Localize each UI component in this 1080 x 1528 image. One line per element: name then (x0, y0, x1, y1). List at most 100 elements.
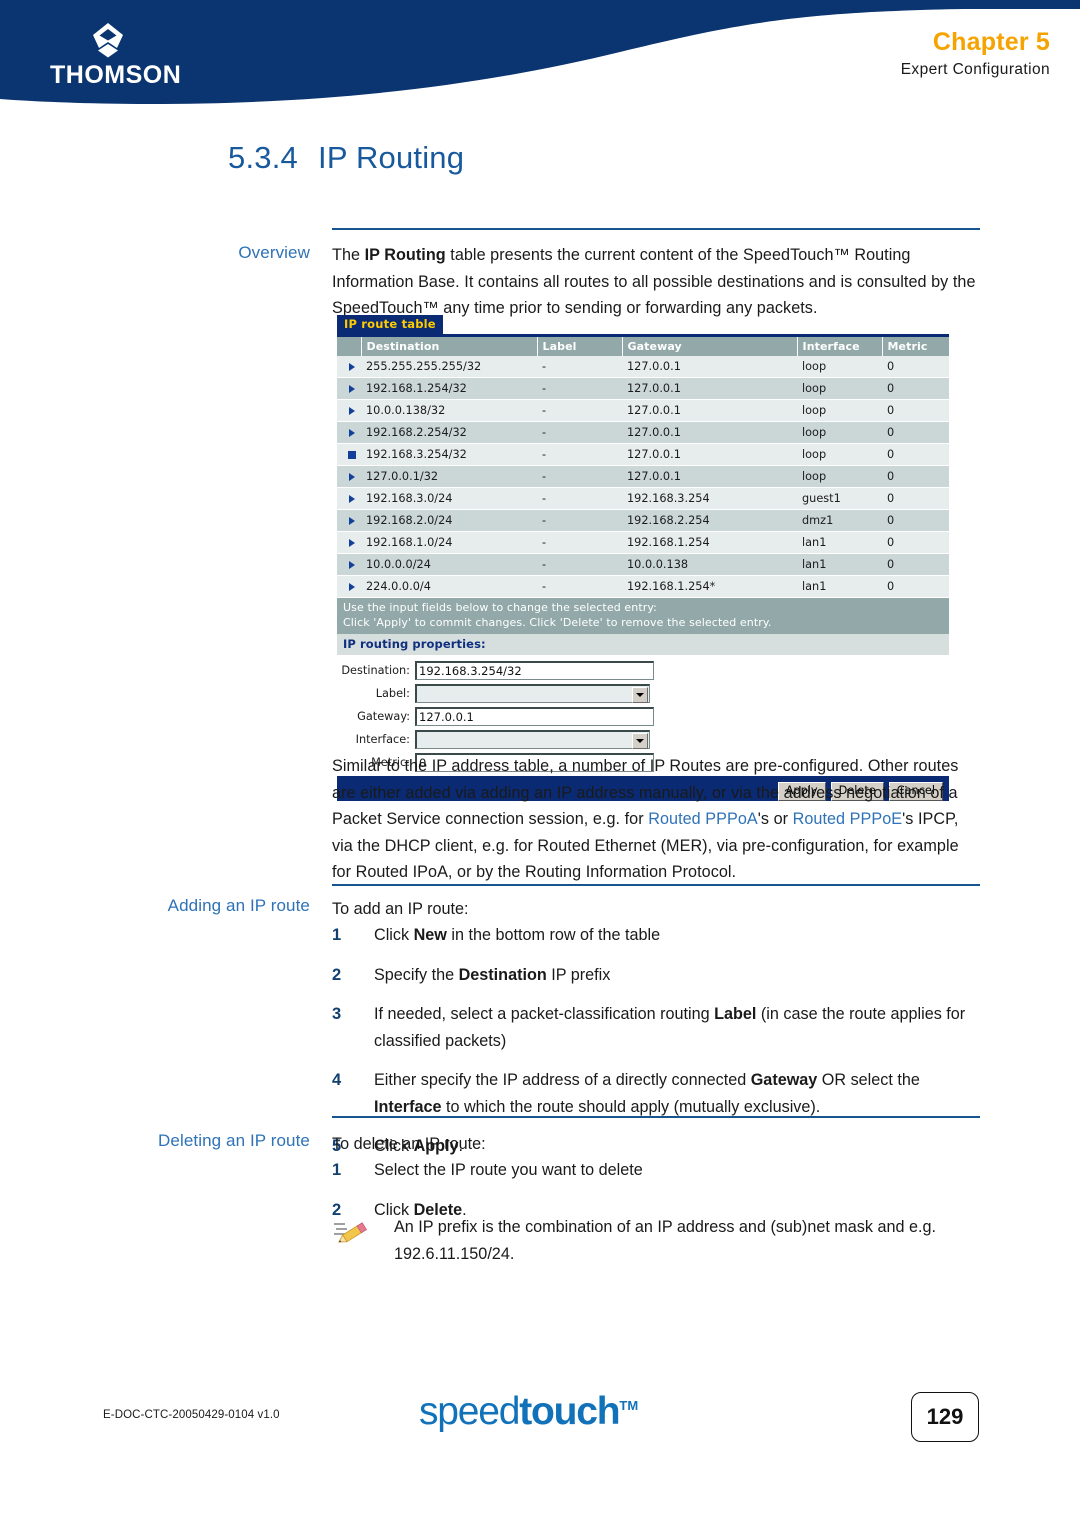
cell-label: - (537, 553, 622, 576)
logo-speed: speed (419, 1390, 520, 1433)
table-row[interactable]: 10.0.0.138/32-127.0.0.1 loop 0 (337, 399, 949, 422)
table-row[interactable]: 192.168.3.254/32-127.0.0.1 loop 0 (337, 443, 949, 466)
cell-interface: lan1 (797, 575, 882, 598)
hint-line-1: Use the input fields below to change the… (343, 601, 657, 614)
cell-metric: 0 (882, 356, 949, 378)
cell-destination: 10.0.0.138/32 (361, 399, 537, 422)
step-number: 2 (332, 965, 342, 984)
gateway-input[interactable]: 127.0.0.1 (415, 706, 654, 726)
logo-tm: TM (619, 1398, 639, 1413)
cell-interface: guest1 (797, 487, 882, 510)
properties-header: IP routing properties: (337, 634, 949, 655)
page-number: 129 (926, 1404, 964, 1429)
cell-interface: loop (797, 377, 882, 400)
logo-touch: touch (519, 1390, 620, 1433)
cell-interface: loop (797, 443, 882, 466)
row-select-arrow[interactable] (337, 531, 361, 554)
section-number: 5.3.4 (228, 140, 298, 175)
step-number: 3 (332, 1005, 342, 1023)
step-number: 4 (332, 1071, 342, 1089)
row-select-arrow[interactable] (337, 509, 361, 532)
row-select-arrow[interactable] (337, 465, 361, 488)
step-text: Click New in the bottom row of the table (374, 926, 661, 944)
cell-interface: loop (797, 356, 882, 378)
interface-select[interactable] (415, 729, 650, 749)
cell-metric: 0 (882, 509, 949, 532)
table-row[interactable]: 192.168.2.0/24-192.168.2.254 dmz1 0 (337, 509, 949, 532)
side-label-adding: Adding an IP route (167, 896, 310, 915)
step-number: 1 (332, 926, 342, 944)
row-select-arrow[interactable] (337, 487, 361, 510)
destination-input[interactable]: 192.168.3.254/32 (415, 660, 654, 680)
arrow-right-icon (348, 583, 355, 591)
chevron-down-icon[interactable] (632, 732, 648, 749)
side-label-deleting: Deleting an IP route (158, 1131, 310, 1150)
cell-destination: 10.0.0.0/24 (361, 553, 537, 576)
cell-destination: 192.168.1.0/24 (361, 531, 537, 554)
cell-destination: 127.0.0.1/32 (361, 465, 537, 488)
row-select-arrow[interactable] (337, 377, 361, 400)
cell-label: - (537, 465, 622, 488)
page-number-box: 129 (911, 1392, 979, 1442)
cell-metric: 0 (882, 421, 949, 444)
numbered-step: 1 Select the IP route you want to delete (332, 1157, 984, 1184)
table-row[interactable]: 192.168.3.0/24-192.168.3.254 guest1 0 (337, 487, 949, 510)
thomson-logo: THOMSON (50, 22, 200, 92)
table-row[interactable]: 192.168.1.254/32-127.0.0.1 loop 0 (337, 377, 949, 400)
deleting-intro: To delete an IP route: (332, 1135, 486, 1153)
table-row[interactable]: 192.168.2.254/32-127.0.0.1 loop 0 (337, 421, 949, 444)
label-select[interactable] (415, 683, 650, 703)
row-select-arrow[interactable] (337, 553, 361, 576)
note-text: An IP prefix is the combination of an IP… (394, 1218, 936, 1263)
row-select-arrow[interactable] (337, 356, 361, 378)
footer-doc-id: E-DOC-CTC-20050429-0104 v1.0 (103, 1409, 280, 1421)
speedtouch-logo: speedtouchTM (419, 1390, 638, 1434)
overview-paragraph: The IP Routing table presents the curren… (332, 246, 976, 317)
cell-destination: 192.168.3.254/32 (361, 443, 537, 466)
cell-metric: 0 (882, 377, 949, 400)
field-label: Label: (375, 686, 410, 700)
cell-destination: 255.255.255.255/32 (361, 356, 537, 378)
col-header-label: Label (537, 337, 623, 356)
field-label: Interface: (355, 732, 410, 746)
cell-gateway: 192.168.2.254 (622, 509, 797, 532)
table-row[interactable]: 224.0.0.0/4-192.168.1.254* lan1 0 (337, 575, 949, 598)
row-selected-marker[interactable] (337, 443, 361, 466)
numbered-step: 3 If needed, select a packet-classificati… (332, 1001, 984, 1054)
post-screenshot-paragraph: Similar to the IP address table, a numbe… (332, 757, 959, 881)
cell-label: - (537, 509, 622, 532)
table-row[interactable]: 255.255.255.255/32-127.0.0.1 loop 0 (337, 356, 949, 378)
table-row[interactable]: 10.0.0.0/24-10.0.0.138 lan1 0 (337, 553, 949, 576)
chevron-down-icon[interactable] (632, 686, 648, 703)
note-block: An IP prefix is the combination of an IP… (332, 1214, 984, 1267)
chapter-subtitle: Expert Configuration (900, 61, 1050, 78)
cell-metric: 0 (882, 443, 949, 466)
row-select-arrow[interactable] (337, 421, 361, 444)
cell-metric: 0 (882, 487, 949, 510)
cell-metric: 0 (882, 575, 949, 598)
table-row[interactable]: 127.0.0.1/32-127.0.0.1 loop 0 (337, 465, 949, 488)
cell-label: - (537, 377, 622, 400)
adding-intro: To add an IP route: (332, 900, 469, 918)
form-row: Interface: (337, 728, 949, 750)
hint-bar: Use the input fields below to change the… (337, 598, 949, 634)
row-select-arrow[interactable] (337, 399, 361, 422)
chapter-block: Chapter 5 Expert Configuration (901, 28, 1050, 81)
tab-ip-route-table[interactable]: IP route table (337, 315, 443, 334)
ip-route-table: Destination Label Gateway Interface Metr… (337, 337, 949, 598)
step-text: Specify the Destination IP prefix (374, 965, 611, 984)
arrow-right-icon (348, 539, 355, 547)
cell-gateway: 10.0.0.138 (622, 553, 797, 576)
col-header-destination: Destination (361, 337, 538, 356)
cell-gateway: 127.0.0.1 (622, 443, 797, 466)
row-select-arrow[interactable] (337, 575, 361, 598)
cell-destination: 192.168.1.254/32 (361, 377, 537, 400)
arrow-right-icon (348, 363, 355, 371)
table-row[interactable]: 192.168.1.0/24-192.168.1.254 lan1 0 (337, 531, 949, 554)
cell-destination: 192.168.2.0/24 (361, 509, 537, 532)
cell-interface: loop (797, 399, 882, 422)
cell-gateway: 127.0.0.1 (622, 377, 797, 400)
cell-gateway: 127.0.0.1 (622, 399, 797, 422)
thomson-diamond-icon (93, 23, 123, 58)
cell-label: - (537, 443, 622, 466)
